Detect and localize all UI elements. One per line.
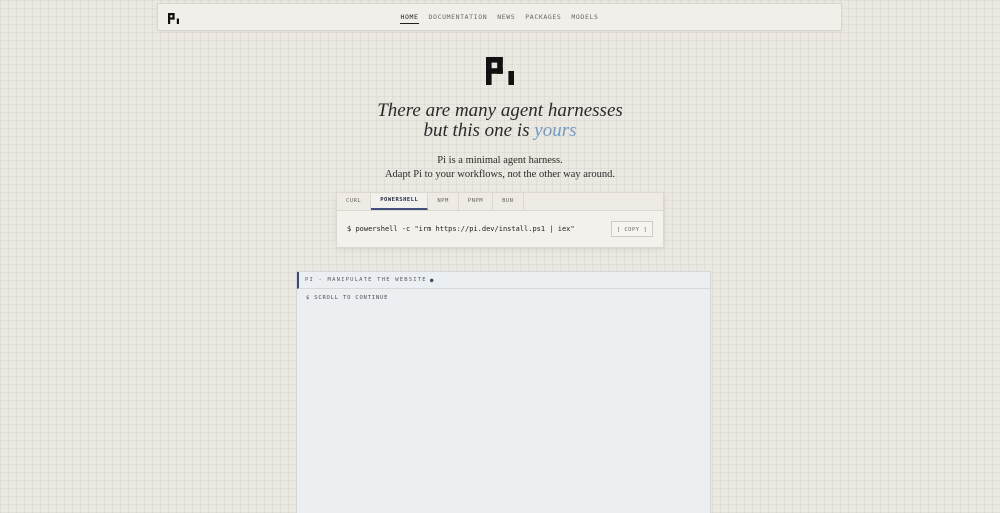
- headline-line-1: There are many agent harnesses: [377, 100, 623, 121]
- tab-bun[interactable]: BUN: [493, 193, 524, 210]
- nav-link-models[interactable]: MODELS: [571, 11, 598, 23]
- tab-npm[interactable]: NPM: [428, 193, 459, 210]
- hero-subhead: Pi is a minimal agent harness. Adapt Pi …: [0, 154, 1000, 182]
- tab-curl[interactable]: CURL: [337, 193, 372, 210]
- nav-link-home[interactable]: HOME: [400, 11, 419, 24]
- copy-button[interactable]: [ COPY ]: [611, 221, 653, 237]
- command-row: $ powershell -c "irm https://pi.dev/inst…: [337, 211, 663, 249]
- tab-powershell[interactable]: POWERSHELL: [371, 193, 429, 210]
- install-card: CURL POWERSHELL NPM PNPM BUN $ powershel…: [336, 192, 664, 248]
- hero-headline: There are many agent harnesses but this …: [0, 101, 1000, 141]
- pi-logo-icon: [486, 57, 514, 85]
- subhead-line-1: Pi is a minimal agent harness.: [437, 155, 563, 166]
- nav-link-packages[interactable]: PACKAGES: [525, 11, 561, 23]
- nav-links: HOME DOCUMENTATION NEWS PACKAGES MODELS: [158, 4, 841, 30]
- headline-line-2: but this one is yours: [0, 121, 1000, 141]
- subhead-line-2: Adapt Pi to your workflows, not the othe…: [384, 169, 616, 180]
- nav-link-news[interactable]: NEWS: [497, 11, 515, 23]
- headline-line-2-prefix: but this one is: [423, 120, 530, 141]
- terminal-title: PI - MANIPULATE THE WEBSITE: [305, 277, 427, 283]
- headline-accent-word: yours: [534, 120, 577, 141]
- install-tabs: CURL POWERSHELL NPM PNPM BUN: [337, 193, 663, 211]
- command-prompt: $: [347, 225, 352, 233]
- nav-link-documentation[interactable]: DOCUMENTATION: [429, 11, 488, 23]
- terminal-line: $ SCROLL TO CONTINUE: [306, 295, 389, 301]
- command-text: powershell -c "irm https://pi.dev/instal…: [355, 225, 575, 233]
- install-command[interactable]: $ powershell -c "irm https://pi.dev/inst…: [347, 225, 575, 233]
- tab-pnpm[interactable]: PNPM: [459, 193, 494, 210]
- terminal-header: PI - MANIPULATE THE WEBSITE ●: [297, 272, 710, 289]
- status-dot-icon: ●: [429, 276, 435, 284]
- top-navbar: HOME DOCUMENTATION NEWS PACKAGES MODELS: [157, 3, 842, 31]
- demo-terminal[interactable]: PI - MANIPULATE THE WEBSITE ● $ SCROLL T…: [296, 271, 711, 513]
